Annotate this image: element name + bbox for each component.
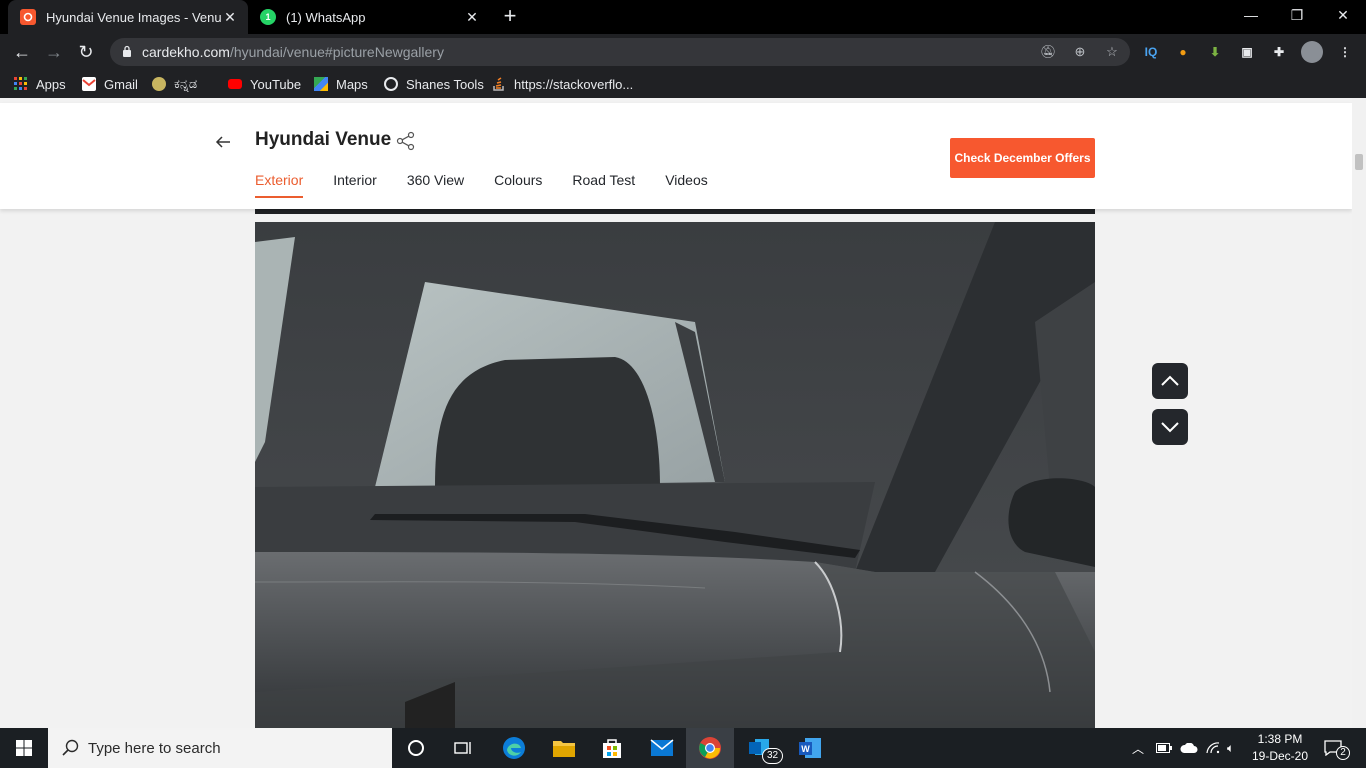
tab-title: Hyundai Venue Images - Venue I — [46, 9, 222, 25]
bookmark-label: Shanes Tools — [406, 76, 484, 92]
bookmark-label: https://stackoverflo... — [514, 76, 634, 92]
tab-title: (1) WhatsApp — [286, 9, 366, 25]
chrome-taskbar-icon[interactable] — [686, 728, 734, 768]
youtube-icon — [228, 79, 242, 89]
store-icon[interactable] — [588, 728, 636, 768]
gallery-tabs: Exterior Interior 360 View Colours Road … — [255, 172, 738, 198]
lock-icon — [123, 45, 131, 57]
bookmark-gmail[interactable]: Gmail — [82, 76, 138, 92]
notification-count: 2 — [1336, 746, 1350, 760]
clock-date: 19-Dec-20 — [1251, 749, 1309, 763]
close-window-button[interactable]: ✕ — [1320, 0, 1366, 30]
scrollbar-thumb[interactable] — [1355, 154, 1363, 170]
search-icon — [62, 739, 79, 756]
show-hidden-icons[interactable]: ︿ — [1132, 728, 1144, 768]
minimize-button[interactable]: — — [1228, 0, 1274, 30]
page-title: Hyundai Venue — [255, 129, 392, 150]
outlook-icon[interactable]: 32 — [736, 728, 784, 768]
kannada-site-icon — [152, 77, 166, 91]
bookmark-star-icon[interactable]: ☆ — [1104, 44, 1120, 60]
gmail-icon — [82, 77, 96, 91]
task-view-icon[interactable] — [440, 728, 488, 768]
battery-icon[interactable] — [1156, 728, 1172, 768]
notifications-blocked-icon[interactable]: 🔕︎ — [1040, 44, 1057, 60]
page-content: Hyundai Venue Exterior Interior 360 View… — [0, 98, 1352, 728]
car-exterior-photo[interactable] — [255, 222, 1095, 728]
scroll-up-button[interactable] — [1152, 363, 1188, 399]
svg-text:W: W — [801, 744, 810, 754]
maps-icon — [314, 77, 328, 91]
back-icon[interactable]: ← — [10, 40, 34, 64]
cortana-icon[interactable] — [392, 728, 440, 768]
tab-whatsapp[interactable]: 1 (1) WhatsApp ✕ — [250, 0, 490, 34]
bookmark-label: ಕನ್ನಡ — [174, 76, 198, 91]
profile-avatar[interactable] — [1301, 41, 1323, 63]
bookmark-label: Apps — [36, 76, 66, 92]
download-extension-icon[interactable]: ⬇ — [1206, 43, 1224, 61]
stackoverflow-icon — [492, 77, 506, 91]
chevron-up-icon — [1161, 375, 1179, 386]
new-tab-button[interactable]: + — [498, 5, 522, 29]
reload-icon[interactable]: ↻ — [74, 40, 98, 64]
back-arrow-icon[interactable] — [214, 133, 234, 153]
mail-icon[interactable] — [638, 728, 686, 768]
clock-time: 1:38 PM — [1257, 732, 1303, 746]
bookmark-label: Gmail — [104, 76, 138, 92]
bookmark-apps[interactable]: Apps — [14, 76, 66, 92]
tab-strip: Hyundai Venue Images - Venue I ✕ 1 (1) W… — [0, 0, 1366, 34]
tab-road-test[interactable]: Road Test — [572, 172, 635, 198]
extension-icon[interactable]: ● — [1174, 43, 1192, 61]
bookmark-maps[interactable]: Maps — [314, 76, 368, 92]
forward-icon[interactable]: → — [42, 40, 66, 64]
word-icon[interactable]: W — [786, 728, 834, 768]
bookmark-kannada[interactable]: ಕನ್ನಡ — [152, 76, 197, 92]
apps-grid-icon — [14, 77, 28, 91]
system-clock[interactable]: 1:38 PM 19-Dec-20 — [1250, 731, 1310, 765]
edge-browser-icon[interactable] — [490, 728, 538, 768]
bookmark-label: YouTube — [250, 76, 302, 92]
volume-icon[interactable]: 🔈︎ — [1227, 728, 1234, 768]
whatsapp-favicon-icon: 1 — [260, 9, 276, 25]
tab-hyundai-venue[interactable]: Hyundai Venue Images - Venue I ✕ — [8, 0, 248, 34]
tab-videos[interactable]: Videos — [665, 172, 708, 198]
menu-kebab-icon[interactable]: ⋮ — [1336, 43, 1354, 61]
bookmark-youtube[interactable]: YouTube — [228, 76, 301, 92]
address-bar[interactable]: cardekho.com/hyundai/venue#pictureNewgal… — [110, 38, 1130, 66]
bookmark-shanes-tools[interactable]: Shanes Tools — [384, 76, 484, 92]
puzzle-extensions-icon[interactable]: ✚ — [1270, 43, 1288, 61]
bookmarks-bar: Apps Gmail ಕನ್ನಡ YouTube Maps Shanes Too… — [0, 70, 1366, 98]
cardekho-favicon-icon — [20, 9, 36, 25]
onedrive-cloud-icon[interactable] — [1180, 728, 1198, 768]
tab-360-view[interactable]: 360 View — [407, 172, 464, 198]
tab-exterior[interactable]: Exterior — [255, 172, 304, 198]
globe-icon — [384, 77, 398, 91]
action-center-icon[interactable]: 2 — [1324, 728, 1350, 768]
check-offers-button[interactable]: Check December Offers — [950, 138, 1095, 178]
tab-interior[interactable]: Interior — [333, 172, 377, 198]
search-placeholder: Type here to search — [88, 739, 221, 757]
windows-taskbar: Type here to search 32 W ︿ 🔈︎ 1:38 PM 19… — [0, 728, 1366, 768]
chevron-down-icon — [1161, 422, 1179, 433]
add-icon[interactable]: ⊕ — [1072, 44, 1088, 60]
close-tab-icon[interactable]: ✕ — [464, 9, 480, 26]
scroll-down-button[interactable] — [1152, 409, 1188, 445]
outlook-badge: 32 — [762, 748, 784, 764]
page-scrollbar[interactable] — [1352, 98, 1366, 728]
url-text: cardekho.com/hyundai/venue#pictureNewgal… — [142, 44, 444, 60]
cube-extension-icon[interactable]: ▣ — [1238, 43, 1256, 61]
bookmark-stackoverflow[interactable]: https://stackoverflo... — [492, 76, 633, 92]
browser-toolbar: ← → ↻ cardekho.com/hyundai/venue#picture… — [0, 34, 1366, 70]
wifi-icon[interactable] — [1206, 728, 1220, 768]
taskbar-search-box[interactable]: Type here to search — [48, 728, 392, 768]
gallery-header: Hyundai Venue Exterior Interior 360 View… — [0, 103, 1352, 209]
tab-colours[interactable]: Colours — [494, 172, 542, 198]
previous-image-edge — [255, 209, 1095, 214]
bookmark-label: Maps — [336, 76, 368, 92]
iq-extension-icon[interactable]: IQ — [1142, 43, 1160, 61]
share-icon[interactable] — [396, 131, 416, 151]
file-explorer-icon[interactable] — [540, 728, 588, 768]
windows-start-icon[interactable] — [0, 728, 48, 768]
restore-button[interactable]: ❐ — [1274, 0, 1320, 30]
close-tab-icon[interactable]: ✕ — [222, 9, 238, 26]
